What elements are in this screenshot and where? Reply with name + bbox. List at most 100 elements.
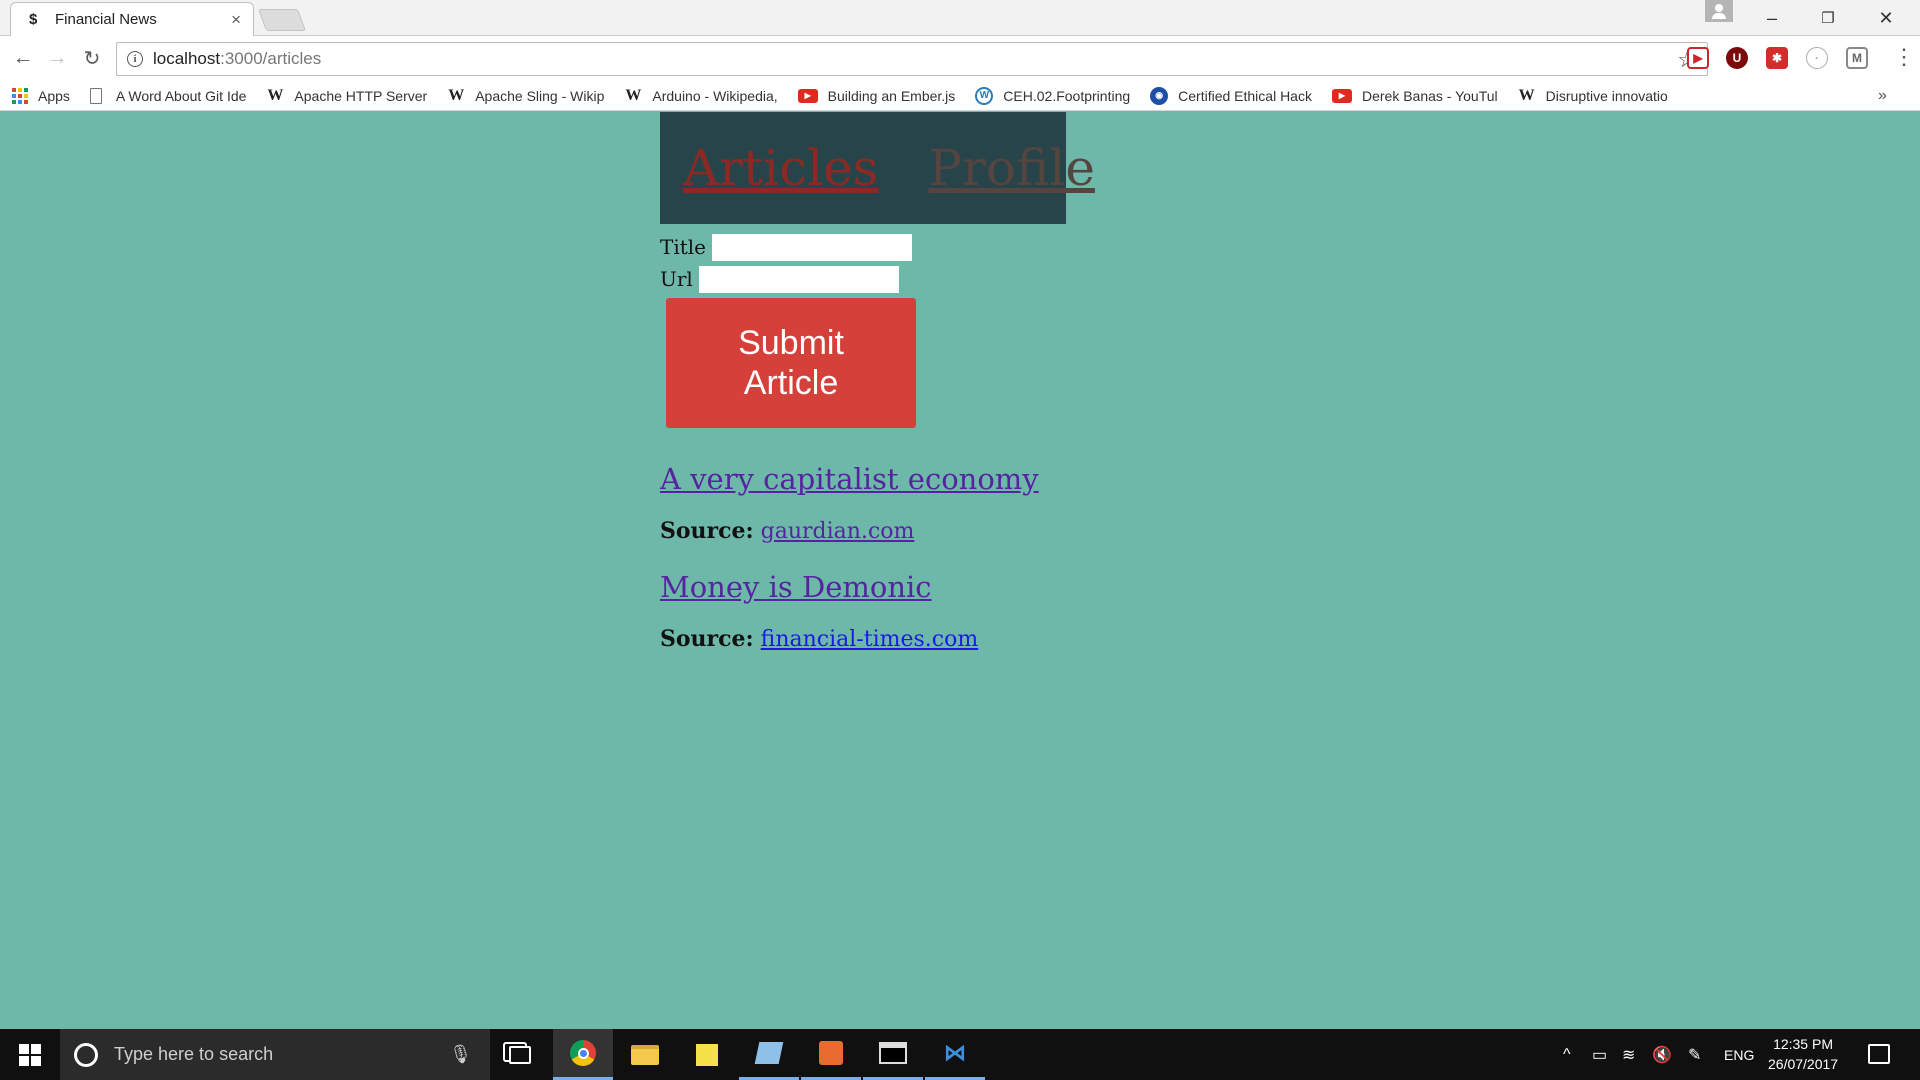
ublock-icon[interactable]: U — [1726, 47, 1748, 69]
document-icon — [89, 87, 102, 104]
window-close-icon[interactable]: ✕ — [1866, 0, 1906, 36]
volume-muted-icon[interactable]: 🔇 — [1652, 1029, 1672, 1080]
bookmark-label: CEH.02.Footprinting — [1003, 87, 1131, 104]
bookmark-label: Arduino - Wikipedia, — [652, 87, 778, 104]
nav-profile-link[interactable]: Profile — [928, 139, 1095, 197]
chrome-menu-icon[interactable]: ⋮ — [1893, 46, 1915, 68]
bookmark-arduino[interactable]: W Arduino - Wikipedia, — [624, 86, 778, 104]
title-row: Title — [660, 231, 913, 263]
clock-date: 26/07/2017 — [1768, 1056, 1839, 1072]
windows-logo-icon — [19, 1043, 41, 1066]
bookmark-derek-banas[interactable]: ▶ Derek Banas - YouTul — [1331, 87, 1498, 104]
source-link[interactable]: gaurdian.com — [761, 519, 915, 544]
article-source: Source: gaurdian.com — [660, 518, 1360, 544]
extension-play-icon[interactable]: ▶ — [1687, 47, 1709, 69]
taskbar-terminal[interactable] — [863, 1029, 923, 1080]
nav-articles-link[interactable]: Articles — [683, 139, 878, 197]
article-item: Money is Demonic Source: financial-times… — [660, 570, 1360, 652]
reload-icon[interactable]: ↻ — [79, 45, 105, 71]
taskbar-clock[interactable]: 12:35 PM 26/07/2017 — [1768, 1034, 1838, 1074]
wikipedia-icon: W — [625, 86, 642, 104]
task-view-button[interactable] — [490, 1029, 550, 1080]
extension-circle-icon[interactable]: · — [1806, 47, 1828, 69]
article-item: A very capitalist economy Source: gaurdi… — [660, 462, 1360, 544]
bookmark-label: Derek Banas - YouTul — [1361, 87, 1498, 104]
windows-taskbar: Type here to search 🎙 ⋈ ^ ▭ ≋ 🔇 ✎ ENG 12… — [0, 1029, 1920, 1080]
wordpress-icon: W — [975, 86, 994, 105]
task-view-icon — [509, 1045, 531, 1064]
address-bar[interactable]: i localhost:3000/articles ☆ — [116, 42, 1708, 76]
minimize-icon[interactable]: – — [1752, 0, 1792, 36]
submit-label-line1: Submit — [738, 324, 844, 362]
terminal-icon — [879, 1042, 907, 1064]
bookmark-ethical-hack[interactable]: ◉ Certified Ethical Hack — [1150, 86, 1312, 105]
battery-icon[interactable]: ▭ — [1592, 1029, 1607, 1080]
article-list: A very capitalist economy Source: gaurdi… — [660, 462, 1360, 672]
taskbar-app-table[interactable] — [739, 1029, 799, 1080]
url-path: :3000/articles — [220, 49, 322, 68]
source-label: Source: — [660, 626, 754, 652]
bookmark-apache-sling[interactable]: W Apache Sling - Wikip — [447, 86, 605, 104]
bookmark-label: Apache Sling - Wikip — [475, 87, 605, 104]
tab-close-icon[interactable]: × — [231, 10, 241, 30]
tray-chevron-icon[interactable]: ^ — [1563, 1029, 1571, 1080]
url-label: Url — [660, 267, 693, 291]
bookmark-label: Building an Ember.js — [827, 87, 956, 104]
new-tab-button[interactable] — [257, 9, 307, 31]
bookmark-git-ide[interactable]: A Word About Git Ide — [89, 87, 247, 104]
bookmark-label: A Word About Git Ide — [115, 87, 247, 104]
wikipedia-icon: W — [448, 86, 465, 104]
bookmark-ember[interactable]: ▶ Building an Ember.js — [797, 87, 956, 104]
wikipedia-icon: W — [267, 86, 284, 104]
article-title-link[interactable]: A very capitalist economy — [660, 462, 1360, 496]
tab-strip: $ Financial News × – ❐ ✕ — [0, 0, 1920, 36]
submit-article-button[interactable]: Submit Article — [666, 298, 916, 428]
browser-tab[interactable]: $ Financial News × — [10, 2, 254, 36]
back-arrow-icon[interactable]: ← — [10, 45, 36, 71]
language-indicator[interactable]: ENG — [1724, 1029, 1754, 1080]
taskbar-chrome[interactable] — [553, 1029, 613, 1080]
profile-icon[interactable] — [1705, 0, 1733, 22]
extension-m-icon[interactable]: M — [1846, 47, 1868, 69]
url-host: localhost — [153, 49, 221, 68]
bookmark-label: Apache HTTP Server — [294, 87, 428, 104]
action-center-icon[interactable] — [1868, 1044, 1890, 1064]
tab-title: Financial News — [55, 11, 157, 28]
title-input[interactable] — [712, 233, 913, 261]
forward-arrow-icon[interactable]: → — [44, 45, 70, 71]
taskbar-sublime[interactable] — [801, 1029, 861, 1080]
start-button[interactable] — [0, 1029, 60, 1080]
extension-puzzle-icon[interactable]: ✱ — [1766, 47, 1788, 69]
wifi-icon[interactable]: ≋ — [1622, 1029, 1635, 1080]
wikipedia-icon: W — [1518, 86, 1535, 104]
bookmark-label: Disruptive innovatio — [1545, 87, 1668, 104]
more-bookmarks-icon[interactable]: » — [1878, 87, 1887, 105]
bookmark-disruptive[interactable]: W Disruptive innovatio — [1518, 86, 1668, 104]
taskbar-vscode[interactable]: ⋈ — [925, 1029, 985, 1080]
clock-time: 12:35 PM — [1773, 1036, 1833, 1052]
bookmarks-bar: Apps A Word About Git Ide W Apache HTTP … — [0, 81, 1920, 111]
info-icon[interactable]: i — [127, 51, 143, 67]
browser-toolbar: ← → ↻ i localhost:3000/articles ☆ ▶ U ✱ … — [0, 36, 1920, 81]
taskbar-search[interactable]: Type here to search 🎙 — [60, 1029, 490, 1080]
bookmark-apache-http[interactable]: W Apache HTTP Server — [266, 86, 428, 104]
bookmark-apps[interactable]: Apps — [12, 87, 70, 104]
bookmark-ceh-footprinting[interactable]: W CEH.02.Footprinting — [975, 86, 1131, 105]
taskbar-file-explorer[interactable] — [615, 1029, 675, 1080]
url-input[interactable] — [698, 265, 899, 293]
apps-icon — [12, 87, 28, 104]
article-title-link[interactable]: Money is Demonic — [660, 570, 1360, 604]
pen-icon[interactable]: ✎ — [1688, 1029, 1701, 1080]
restore-icon[interactable]: ❐ — [1808, 0, 1848, 36]
article-source: Source: financial-times.com — [660, 626, 1360, 652]
search-placeholder: Type here to search — [114, 1044, 274, 1064]
table-app-icon — [754, 1042, 784, 1064]
source-link[interactable]: financial-times.com — [761, 627, 979, 652]
taskbar-sticky-notes[interactable] — [677, 1029, 737, 1080]
sticky-note-icon — [696, 1043, 718, 1066]
cortana-icon — [74, 1042, 98, 1067]
microphone-icon[interactable]: 🎙 — [449, 1044, 472, 1065]
globe-icon: ◉ — [1150, 86, 1169, 105]
folder-icon — [631, 1044, 659, 1065]
bookmark-label: Apps — [38, 87, 70, 104]
